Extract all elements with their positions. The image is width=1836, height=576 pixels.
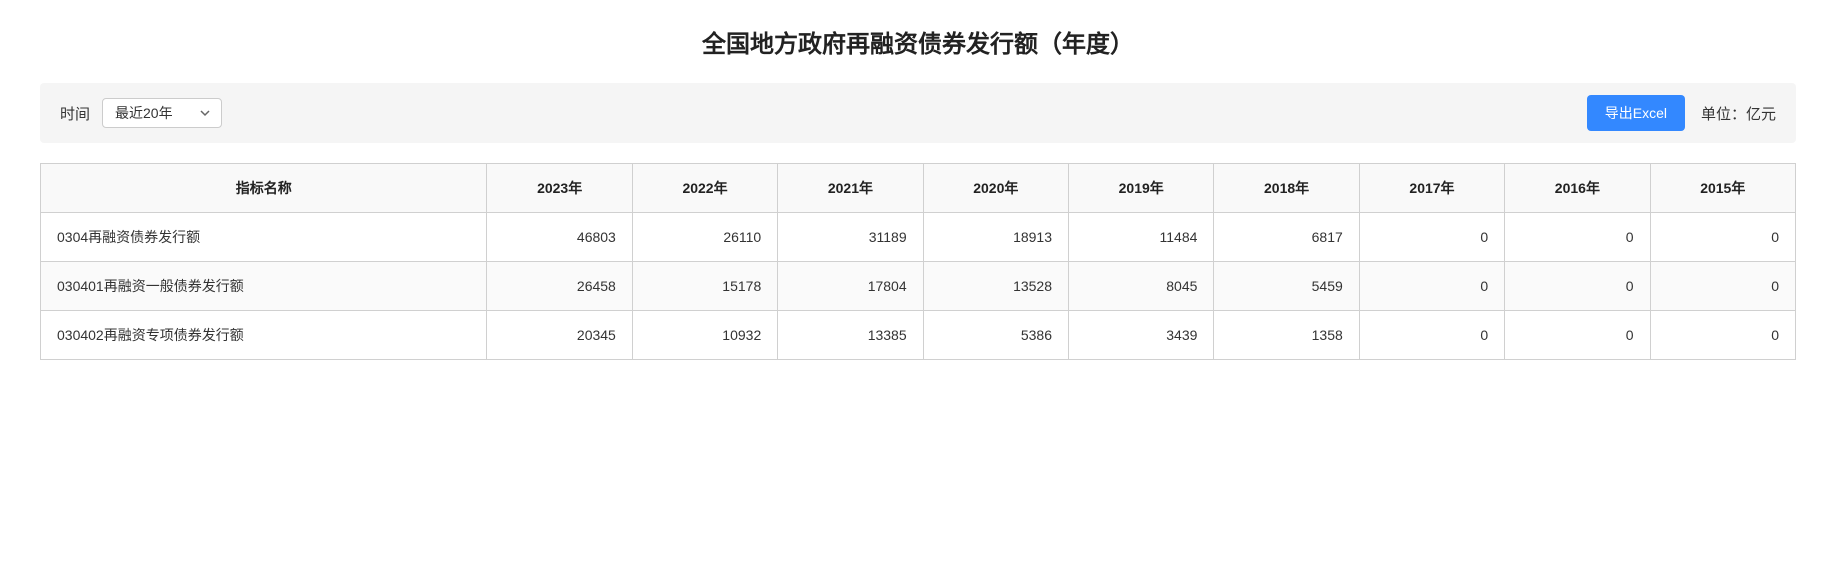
cell-name: 030402再融资专项债券发行额 [41, 311, 487, 360]
table-header-row: 指标名称 2023年 2022年 2021年 2020年 2019年 2018年… [41, 164, 1796, 213]
col-header-2023: 2023年 [487, 164, 632, 213]
time-select[interactable]: 最近5年 最近10年 最近20年 全部 [102, 98, 222, 128]
table-header: 指标名称 2023年 2022年 2021年 2020年 2019年 2018年… [41, 164, 1796, 213]
col-header-2017: 2017年 [1359, 164, 1504, 213]
table-body: 0304再融资债券发行额4680326110311891891311484681… [41, 213, 1796, 360]
cell-value: 3439 [1069, 311, 1214, 360]
cell-value: 31189 [778, 213, 923, 262]
col-header-2019: 2019年 [1069, 164, 1214, 213]
cell-value: 20345 [487, 311, 632, 360]
cell-value: 0 [1650, 262, 1795, 311]
page-title: 全国地方政府再融资债券发行额（年度） [40, 24, 1796, 59]
cell-value: 11484 [1069, 213, 1214, 262]
toolbar: 时间 最近5年 最近10年 最近20年 全部 导出Excel 单位：亿元 [40, 83, 1796, 143]
cell-value: 26110 [632, 213, 777, 262]
cell-value: 1358 [1214, 311, 1359, 360]
cell-value: 0 [1505, 311, 1650, 360]
table-row: 030402再融资专项债券发行额203451093213385538634391… [41, 311, 1796, 360]
page-container: 全国地方政府再融资债券发行额（年度） 时间 最近5年 最近10年 最近20年 全… [0, 0, 1836, 400]
col-header-2021: 2021年 [778, 164, 923, 213]
cell-value: 0 [1650, 311, 1795, 360]
col-header-2022: 2022年 [632, 164, 777, 213]
cell-value: 6817 [1214, 213, 1359, 262]
cell-value: 0 [1505, 213, 1650, 262]
cell-value: 15178 [632, 262, 777, 311]
table-row: 0304再融资债券发行额4680326110311891891311484681… [41, 213, 1796, 262]
cell-value: 0 [1359, 311, 1504, 360]
col-header-2020: 2020年 [923, 164, 1068, 213]
col-header-2015: 2015年 [1650, 164, 1795, 213]
col-header-name: 指标名称 [41, 164, 487, 213]
cell-value: 10932 [632, 311, 777, 360]
table-row: 030401再融资一般债券发行额264581517817804135288045… [41, 262, 1796, 311]
cell-value: 46803 [487, 213, 632, 262]
col-header-2018: 2018年 [1214, 164, 1359, 213]
col-header-2016: 2016年 [1505, 164, 1650, 213]
cell-value: 8045 [1069, 262, 1214, 311]
cell-name: 030401再融资一般债券发行额 [41, 262, 487, 311]
cell-value: 0 [1505, 262, 1650, 311]
cell-value: 13528 [923, 262, 1068, 311]
cell-value: 0 [1650, 213, 1795, 262]
unit-label: 单位：亿元 [1701, 103, 1776, 124]
cell-value: 17804 [778, 262, 923, 311]
cell-value: 5386 [923, 311, 1068, 360]
cell-value: 0 [1359, 213, 1504, 262]
export-excel-button[interactable]: 导出Excel [1587, 95, 1685, 131]
cell-value: 5459 [1214, 262, 1359, 311]
toolbar-left: 时间 最近5年 最近10年 最近20年 全部 [60, 98, 222, 128]
cell-value: 18913 [923, 213, 1068, 262]
time-label: 时间 [60, 103, 90, 124]
toolbar-right: 导出Excel 单位：亿元 [1587, 95, 1776, 131]
cell-name: 0304再融资债券发行额 [41, 213, 487, 262]
cell-value: 13385 [778, 311, 923, 360]
cell-value: 0 [1359, 262, 1504, 311]
data-table: 指标名称 2023年 2022年 2021年 2020年 2019年 2018年… [40, 163, 1796, 360]
cell-value: 26458 [487, 262, 632, 311]
